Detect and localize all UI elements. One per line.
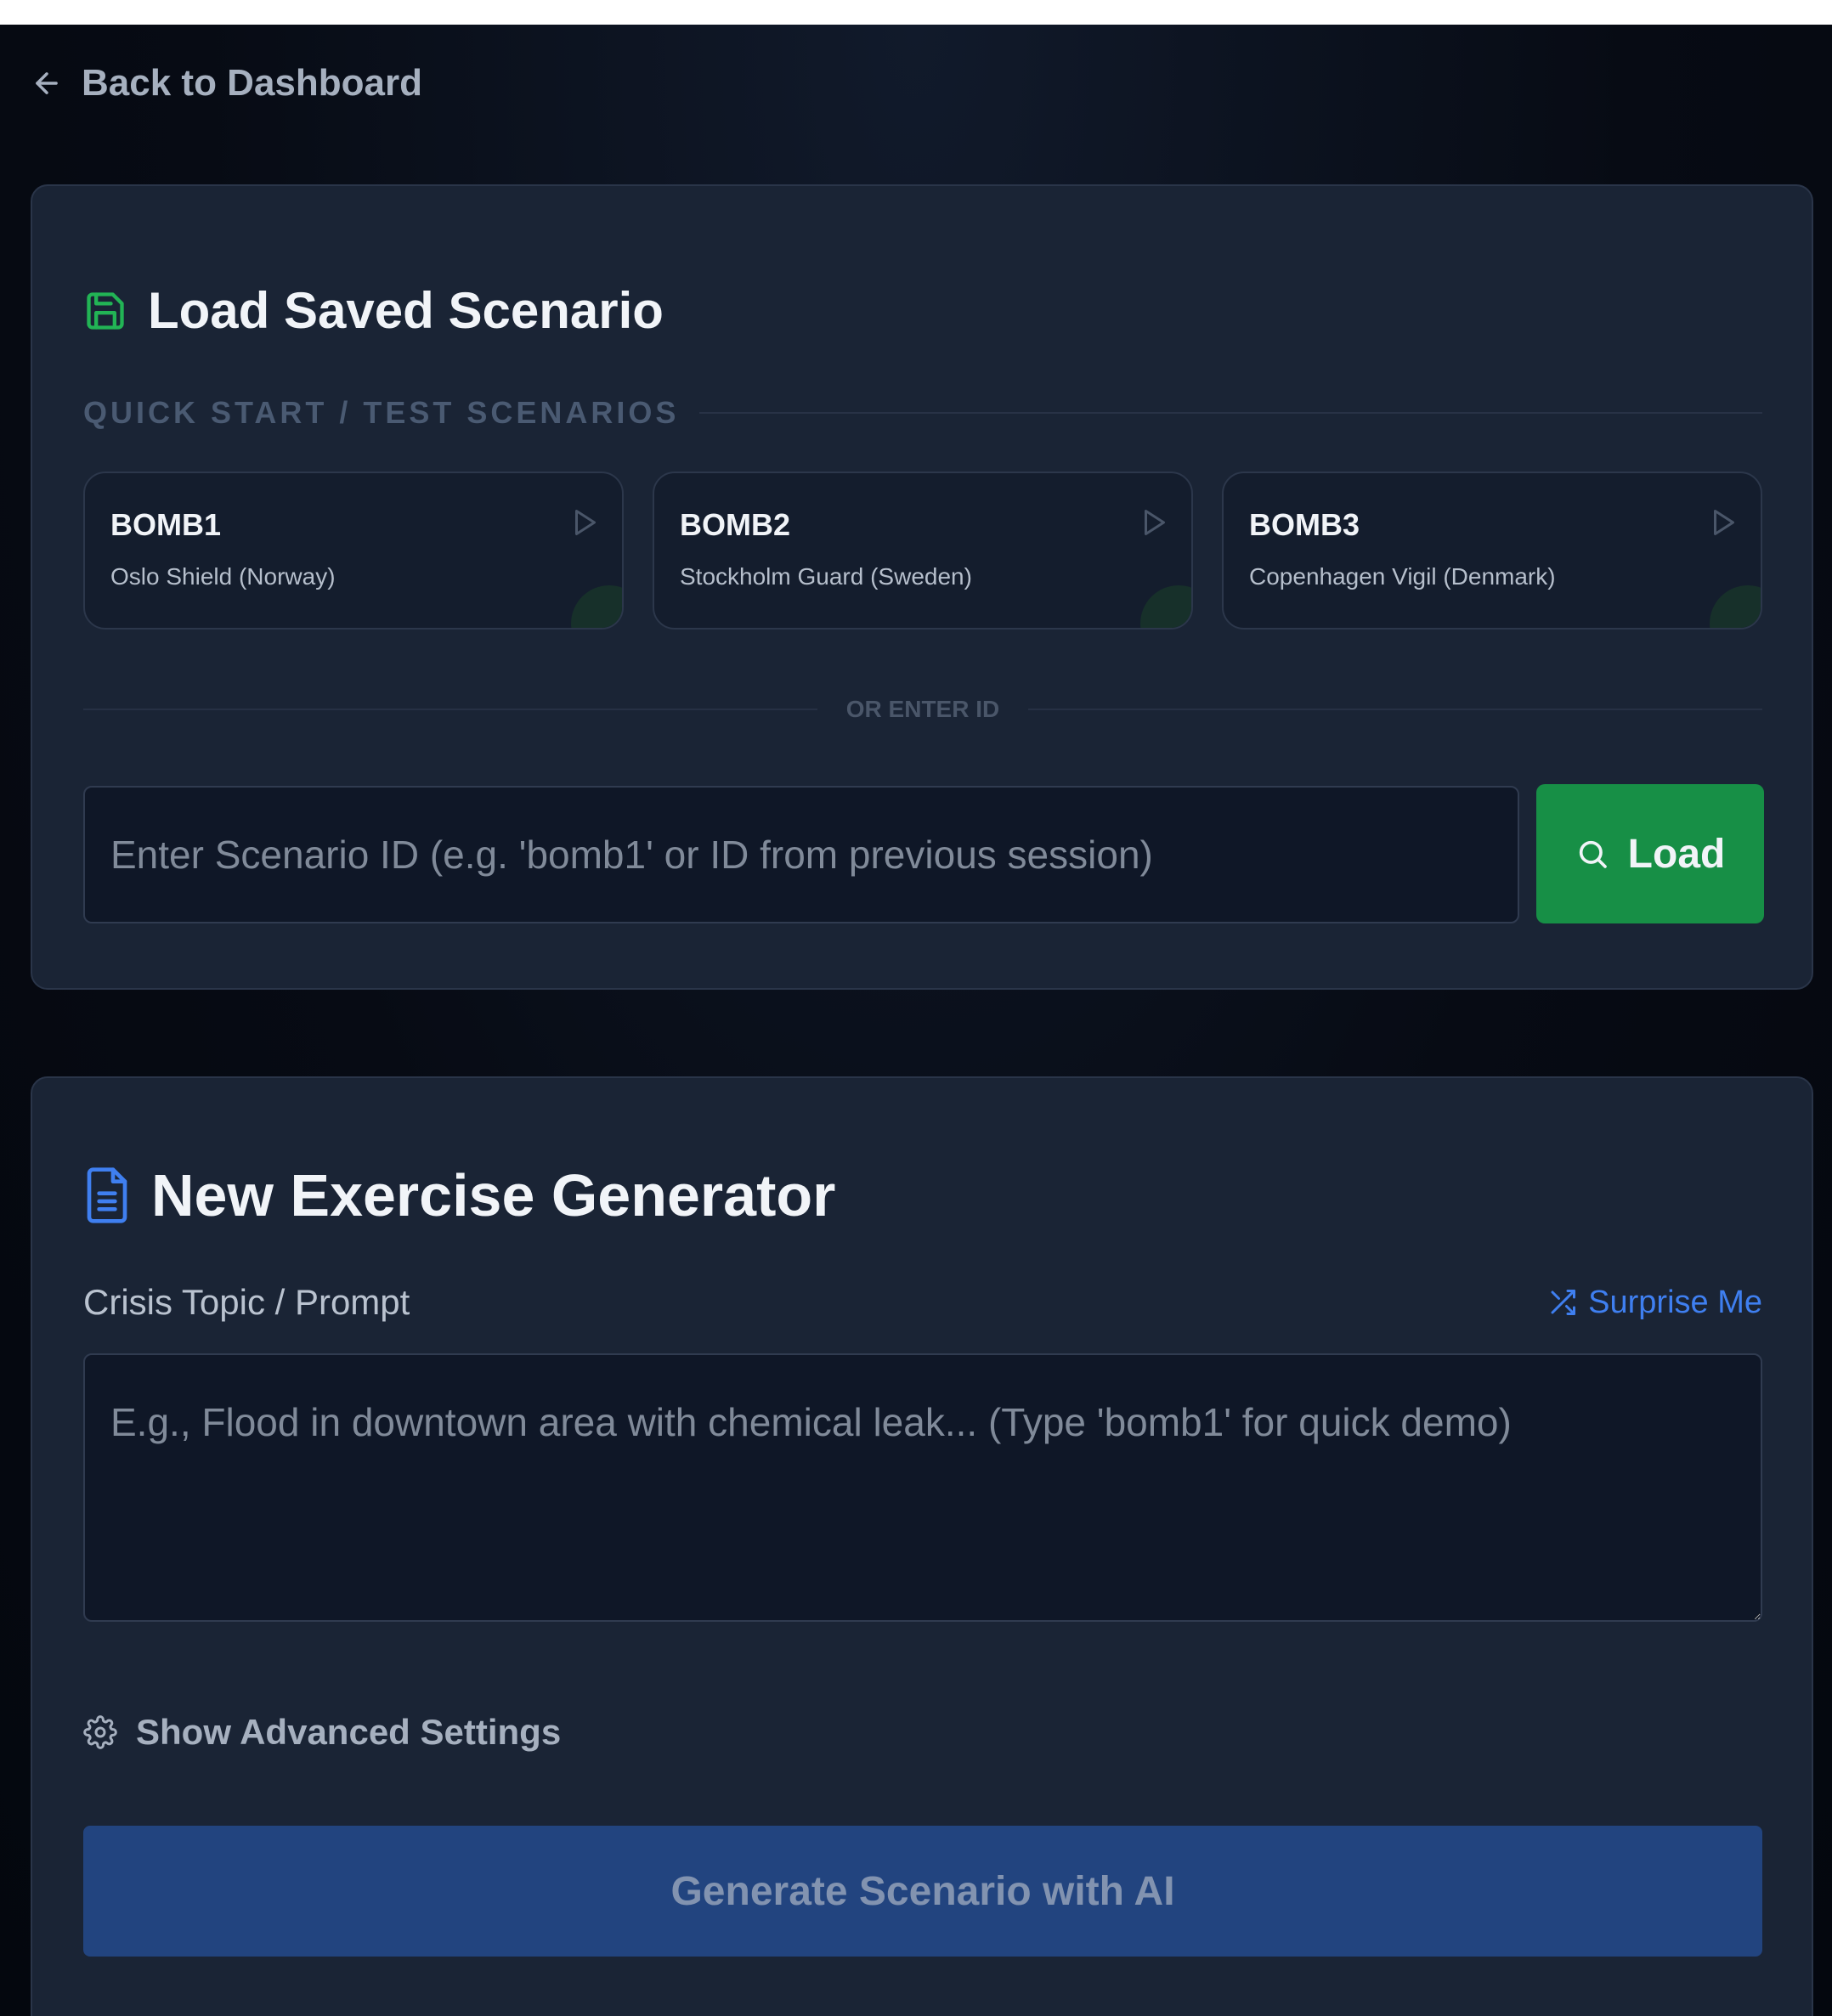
- app-window: Back to Dashboard Load Saved Scenario QU…: [0, 25, 1832, 2016]
- play-icon: [1145, 510, 1165, 535]
- play-icon: [1714, 510, 1734, 535]
- advanced-settings-toggle[interactable]: Show Advanced Settings: [83, 1712, 561, 1753]
- advanced-settings-label: Show Advanced Settings: [136, 1712, 562, 1752]
- scenario-id: BOMB3: [1249, 507, 1360, 542]
- surprise-me-button[interactable]: Surprise Me: [1547, 1285, 1762, 1321]
- load-button-label: Load: [1627, 831, 1726, 877]
- arrow-left-icon: [36, 72, 58, 94]
- scenario-id: BOMB1: [110, 507, 222, 542]
- gear-icon: [83, 1715, 117, 1749]
- exercise-generator-card: New Exercise Generator Crisis Topic / Pr…: [31, 1076, 1813, 2016]
- search-icon: [1579, 840, 1607, 868]
- load-scenario-card: Load Saved Scenario QUICK START / TEST S…: [31, 184, 1813, 990]
- generate-scenario-button[interactable]: Generate Scenario with AI: [83, 1826, 1762, 1957]
- scenario-card-bomb1[interactable]: BOMB1 Oslo Shield (Norway): [83, 472, 624, 630]
- load-scenario-title: Load Saved Scenario: [148, 282, 664, 339]
- quick-start-text: QUICK START / TEST SCENARIOS: [83, 395, 680, 430]
- play-icon: [575, 510, 596, 535]
- scenario-name: Copenhagen Vigil (Denmark): [1249, 563, 1556, 590]
- back-to-dashboard-link[interactable]: Back to Dashboard: [31, 62, 422, 104]
- scenario-card-bomb3[interactable]: BOMB3 Copenhagen Vigil (Denmark): [1222, 472, 1762, 630]
- scenario-name: Stockholm Guard (Sweden): [680, 563, 972, 590]
- back-link-label: Back to Dashboard: [82, 62, 422, 104]
- surprise-me-label: Surprise Me: [1588, 1284, 1762, 1320]
- card-glow: [571, 585, 622, 628]
- or-enter-id-label: OR ENTER ID: [845, 696, 1000, 722]
- file-text-icon: [87, 1167, 127, 1223]
- divider-line-left: [83, 709, 817, 710]
- prompt-label: Crisis Topic / Prompt: [83, 1282, 410, 1322]
- save-icon: [87, 291, 124, 330]
- or-enter-id-divider: OR ENTER ID: [83, 696, 1762, 723]
- prompt-field-header: Crisis Topic / Prompt Surprise Me: [83, 1282, 1762, 1323]
- quick-start-grid: BOMB1 Oslo Shield (Norway) BOMB2 Stockho…: [83, 472, 1762, 630]
- scenario-card-bomb2[interactable]: BOMB2 Stockholm Guard (Sweden): [653, 472, 1193, 630]
- shuffle-icon: [1551, 1290, 1576, 1315]
- scenario-name: Oslo Shield (Norway): [110, 563, 336, 590]
- quick-start-divider: [699, 412, 1762, 414]
- crisis-prompt-textarea[interactable]: [83, 1353, 1762, 1622]
- quick-start-label: QUICK START / TEST SCENARIOS: [83, 395, 1762, 431]
- generator-header: New Exercise Generator: [83, 1161, 835, 1229]
- card-glow: [1710, 585, 1761, 628]
- divider-line-right: [1028, 709, 1762, 710]
- load-button[interactable]: Load: [1536, 784, 1764, 923]
- generator-title: New Exercise Generator: [151, 1162, 836, 1228]
- scenario-id-input[interactable]: [83, 786, 1519, 923]
- generate-button-label: Generate Scenario with AI: [670, 1868, 1175, 1914]
- scenario-id: BOMB2: [680, 507, 791, 542]
- card-glow: [1140, 585, 1191, 628]
- load-scenario-header: Load Saved Scenario: [83, 281, 664, 340]
